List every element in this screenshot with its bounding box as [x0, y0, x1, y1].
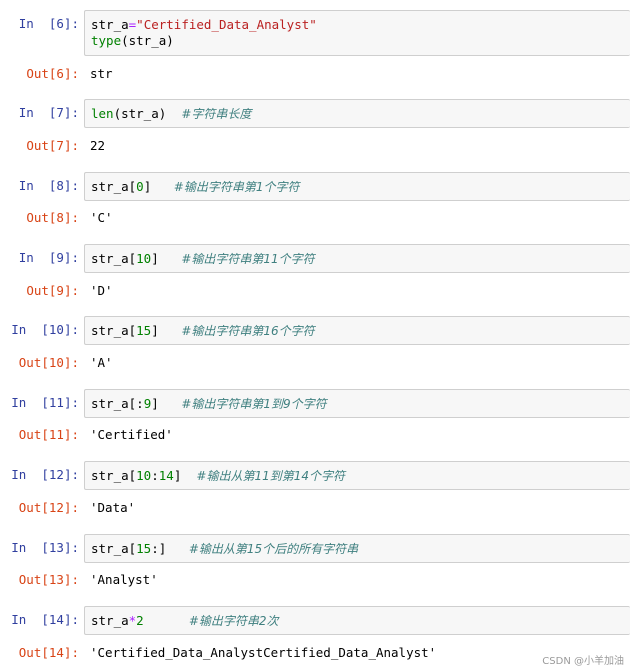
in-prompt: In [6]:	[18, 16, 79, 31]
code-token: 15	[136, 541, 152, 556]
code-line: str_a[15] #输出字符串第16个字符	[91, 323, 315, 339]
code-token: :	[151, 468, 159, 483]
cell-output: 'Certified'	[90, 427, 173, 442]
code-line: str_a[10:14] #输出从第11到第14个字符	[91, 468, 345, 484]
code-input[interactable]: len(str_a) #字符串长度	[84, 99, 630, 128]
in-prompt: In [12]:	[11, 467, 79, 482]
out-prompt: Out[10]:	[18, 355, 79, 370]
cell-output: 'D'	[90, 283, 113, 298]
cell-output: 22	[90, 138, 106, 153]
code-token: 0	[136, 179, 144, 194]
in-prompt: In [7]:	[18, 105, 79, 120]
code-input[interactable]: str_a*2 #输出字符串2次	[84, 606, 630, 635]
out-prompt: Out[8]:	[26, 210, 79, 225]
code-comment: #输出字符串第1个字符	[173, 180, 300, 194]
code-token: str_a[	[91, 541, 137, 556]
code-line: str_a[0] #输出字符串第1个字符	[91, 179, 300, 195]
out-prompt: Out[11]:	[18, 427, 79, 442]
watermark: CSDN @小羊加油	[542, 656, 624, 667]
code-comment: #输出字符串第11个字符	[181, 252, 315, 266]
code-line: str_a[:9] #输出字符串第1到9个字符	[91, 396, 327, 412]
code-comment: #输出字符串2次	[188, 614, 279, 628]
in-prompt: In [9]:	[18, 250, 79, 265]
out-prompt: Out[14]:	[18, 645, 79, 660]
code-comment: #输出字符串第1到9个字符	[181, 397, 327, 411]
code-token: str_a	[91, 17, 129, 32]
code-token: (str_a)	[121, 33, 174, 48]
code-token: :]	[151, 541, 189, 556]
in-prompt: In [8]:	[18, 178, 79, 193]
code-comment: #输出从第11到第14个字符	[196, 469, 345, 483]
code-token: 14	[158, 468, 174, 483]
cell-output: 'Certified_Data_AnalystCertified_Data_An…	[90, 645, 437, 660]
code-line: str_a="Certified_Data_Analyst"	[91, 17, 317, 33]
code-token: ]	[151, 251, 182, 266]
in-prompt: In [14]:	[11, 612, 79, 627]
cell-output: 'A'	[90, 355, 113, 370]
code-token: len	[91, 106, 114, 121]
out-prompt: Out[7]:	[26, 138, 79, 153]
cell-output: 'C'	[90, 210, 113, 225]
code-token: str_a	[91, 613, 129, 628]
code-token: (str_a)	[113, 106, 182, 121]
code-line: len(str_a) #字符串长度	[91, 106, 251, 122]
out-prompt: Out[6]:	[26, 66, 79, 81]
code-token: ]	[143, 179, 174, 194]
code-token: 15	[136, 323, 152, 338]
out-prompt: Out[12]:	[18, 500, 79, 515]
code-token: type	[91, 33, 122, 48]
code-comment: #输出字符串第16个字符	[181, 324, 315, 338]
code-line: str_a[10] #输出字符串第11个字符	[91, 251, 315, 267]
code-token: str_a[	[91, 251, 137, 266]
code-token: str_a[:	[91, 396, 144, 411]
code-token: str_a[	[91, 179, 137, 194]
code-token: 10	[136, 251, 152, 266]
code-input[interactable]: str_a[10] #输出字符串第11个字符	[84, 244, 630, 273]
code-token: str_a[	[91, 323, 137, 338]
out-prompt: Out[9]:	[26, 283, 79, 298]
code-token: str_a[	[91, 468, 137, 483]
cell-output: 'Analyst'	[90, 572, 158, 587]
in-prompt: In [10]:	[11, 322, 79, 337]
in-prompt: In [11]:	[11, 395, 79, 410]
code-comment: #字符串长度	[181, 107, 252, 121]
code-token: ]	[173, 468, 197, 483]
code-line: str_a*2 #输出字符串2次	[91, 613, 279, 629]
cell-output: 'Data'	[90, 500, 136, 515]
code-token: ]	[151, 323, 182, 338]
code-token: "Certified_Data_Analyst"	[136, 17, 317, 32]
code-token: ]	[151, 396, 182, 411]
code-comment: #输出从第15个后的所有字符串	[188, 542, 359, 556]
code-token: 10	[136, 468, 152, 483]
code-token: 2	[136, 613, 144, 628]
cell-output: str	[90, 66, 113, 81]
in-prompt: In [13]:	[11, 540, 79, 555]
code-input[interactable]: str_a[15] #输出字符串第16个字符	[84, 316, 630, 345]
out-prompt: Out[13]:	[18, 572, 79, 587]
code-line: str_a[15:] #输出从第15个后的所有字符串	[91, 541, 358, 557]
code-input[interactable]: str_a[:9] #输出字符串第1到9个字符	[84, 389, 630, 418]
code-input[interactable]: str_a[10:14] #输出从第11到第14个字符	[84, 461, 630, 490]
code-input[interactable]: str_a[15:] #输出从第15个后的所有字符串	[84, 534, 630, 563]
code-input[interactable]: str_a="Certified_Data_Analyst" type(str_a…	[84, 10, 630, 56]
code-line: type(str_a)	[91, 33, 174, 49]
code-input[interactable]: str_a[0] #输出字符串第1个字符	[84, 172, 630, 201]
